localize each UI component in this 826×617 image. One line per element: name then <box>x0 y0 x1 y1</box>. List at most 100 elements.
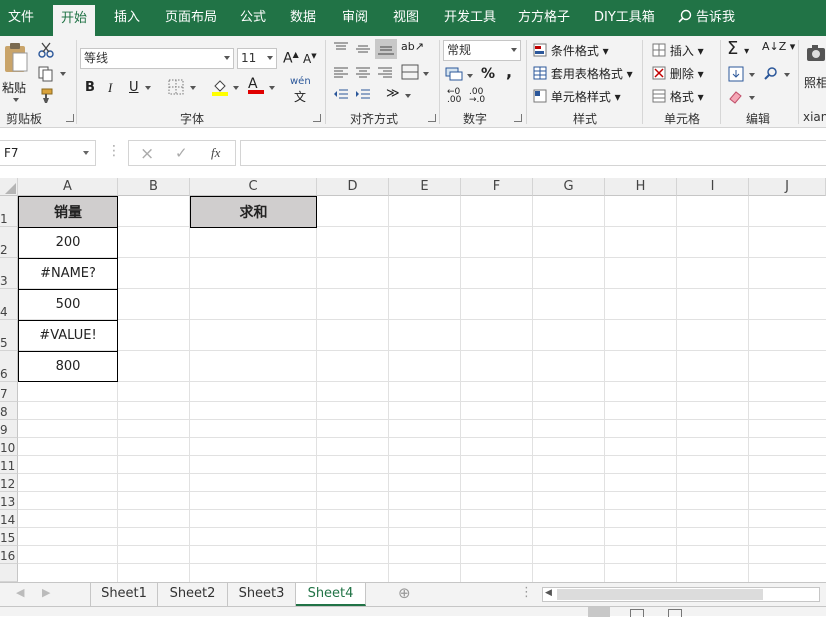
orientation-icon[interactable]: ab↗ <box>401 40 424 53</box>
cell-a3[interactable]: #NAME? <box>18 258 118 290</box>
tab-page-layout[interactable]: 页面布局 <box>165 0 217 36</box>
row-header-1[interactable]: 1 <box>0 196 18 227</box>
alignment-launcher-icon[interactable] <box>428 114 436 122</box>
number-launcher-icon[interactable] <box>514 114 522 122</box>
scroll-prev-sheet-icon[interactable]: ◀ <box>16 586 24 599</box>
column-header-e[interactable]: E <box>389 178 461 196</box>
column-header-b[interactable]: B <box>118 178 190 196</box>
column-header-a[interactable]: A <box>18 178 118 196</box>
camera-icon[interactable] <box>806 44 826 62</box>
chevron-down-icon[interactable] <box>60 72 66 76</box>
row-header-10[interactable]: 10 <box>0 438 18 456</box>
column-header-c[interactable]: C <box>190 178 317 196</box>
row-header-14[interactable]: 14 <box>0 510 18 528</box>
sheet-tab-4[interactable]: Sheet4 <box>296 583 366 606</box>
cell-a5[interactable]: #VALUE! <box>18 320 118 352</box>
column-header-g[interactable]: G <box>533 178 605 196</box>
more-options-icon[interactable]: ⋮ <box>107 143 121 159</box>
bold-button[interactable]: B <box>85 80 95 95</box>
column-header-d[interactable]: D <box>317 178 389 196</box>
row-header-8[interactable]: 8 <box>0 402 18 420</box>
text-direction-icon[interactable]: ≫ <box>386 86 400 101</box>
cut-icon[interactable] <box>38 42 54 58</box>
align-center-icon[interactable] <box>355 66 371 80</box>
column-header-i[interactable]: I <box>677 178 749 196</box>
tab-data[interactable]: 数据 <box>290 0 316 36</box>
format-cells-button[interactable]: 格式 ▾ <box>652 88 704 105</box>
paste-button[interactable]: 粘贴 <box>2 42 32 102</box>
wrap-text-icon[interactable] <box>401 64 419 80</box>
row-header-13[interactable]: 13 <box>0 492 18 510</box>
sheet-tab-1[interactable]: Sheet1 <box>90 583 158 606</box>
tab-file[interactable]: 文件 <box>8 0 34 36</box>
row-header-6[interactable]: 6 <box>0 351 18 382</box>
add-sheet-icon[interactable]: ⊕ <box>398 584 411 602</box>
sheet-tab-2[interactable]: Sheet2 <box>158 583 228 606</box>
fill-color-icon[interactable] <box>211 78 229 96</box>
chevron-down-icon[interactable] <box>405 94 411 98</box>
tell-me-search[interactable]: 告诉我 <box>678 0 735 36</box>
horizontal-scrollbar[interactable]: ◀ <box>542 587 820 602</box>
row-header-11[interactable]: 11 <box>0 456 18 474</box>
chevron-down-icon[interactable] <box>749 96 755 100</box>
underline-button[interactable]: U <box>129 80 139 95</box>
font-name-select[interactable]: 等线 <box>80 48 234 69</box>
sheet-tab-3[interactable]: Sheet3 <box>228 583 296 606</box>
chevron-down-icon[interactable] <box>269 86 275 90</box>
comma-button[interactable]: , <box>506 62 512 81</box>
format-painter-icon[interactable] <box>38 88 54 104</box>
decrease-font-icon[interactable]: A▼ <box>303 52 317 66</box>
increase-indent-icon[interactable] <box>355 88 371 102</box>
insert-cells-button[interactable]: 插入 ▾ <box>652 42 704 59</box>
number-format-select[interactable]: 常规 <box>443 40 521 61</box>
chevron-down-icon[interactable] <box>233 86 239 90</box>
row-header-3[interactable]: 3 <box>0 258 18 289</box>
column-header-f[interactable]: F <box>461 178 533 196</box>
tab-fangfang[interactable]: 方方格子 <box>518 0 570 36</box>
decrease-indent-icon[interactable] <box>333 88 349 102</box>
conditional-format-button[interactable]: 条件格式 ▾ <box>533 42 609 59</box>
select-all-corner[interactable] <box>0 178 18 196</box>
chevron-down-icon[interactable] <box>784 73 790 77</box>
decrease-decimal-icon[interactable]: .00 →.0 <box>469 88 485 105</box>
align-top-icon[interactable] <box>333 42 349 56</box>
cell-a1[interactable]: 销量 <box>18 196 118 228</box>
row-header-17[interactable] <box>0 564 18 582</box>
camera-label[interactable]: 照相 <box>804 74 826 91</box>
fill-down-icon[interactable] <box>728 66 744 82</box>
phonetic-guide-icon[interactable]: wén <box>290 76 311 87</box>
cell-a4[interactable]: 500 <box>18 289 118 321</box>
tab-formulas[interactable]: 公式 <box>240 0 266 36</box>
copy-icon[interactable] <box>38 66 54 82</box>
accounting-format-icon[interactable] <box>445 66 463 82</box>
split-handle-icon[interactable]: ⋮ <box>520 585 533 600</box>
cell-styles-button[interactable]: 单元格样式 ▾ <box>533 88 621 105</box>
align-middle-icon[interactable] <box>355 42 371 56</box>
row-header-2[interactable]: 2 <box>0 227 18 258</box>
scroll-next-sheet-icon[interactable]: ▶ <box>42 586 50 599</box>
tab-developer[interactable]: 开发工具 <box>444 0 496 36</box>
row-header-16[interactable]: 16 <box>0 546 18 564</box>
font-launcher-icon[interactable] <box>313 114 321 122</box>
cell-c1[interactable]: 求和 <box>190 196 317 228</box>
align-left-icon[interactable] <box>333 66 349 80</box>
chevron-down-icon[interactable] <box>190 86 196 90</box>
tab-insert[interactable]: 插入 <box>114 0 140 36</box>
percent-button[interactable]: % <box>481 66 495 82</box>
scrollbar-thumb[interactable] <box>557 589 763 600</box>
increase-font-icon[interactable]: A▲ <box>283 50 299 67</box>
chevron-down-icon[interactable] <box>467 74 473 78</box>
row-header-15[interactable]: 15 <box>0 528 18 546</box>
tab-review[interactable]: 审阅 <box>342 0 368 36</box>
cancel-icon[interactable]: × <box>140 144 154 164</box>
tab-view[interactable]: 视图 <box>393 0 419 36</box>
cell-a6[interactable]: 800 <box>18 351 118 382</box>
align-bottom-button[interactable] <box>375 39 397 59</box>
column-header-h[interactable]: H <box>605 178 677 196</box>
tab-diy-toolbox[interactable]: DIY工具箱 <box>594 0 655 36</box>
chevron-down-icon[interactable] <box>145 86 151 90</box>
borders-icon[interactable] <box>168 79 184 95</box>
chevron-down-icon[interactable] <box>423 72 429 76</box>
scroll-left-icon[interactable]: ◀ <box>545 588 552 598</box>
row-header-4[interactable]: 4 <box>0 289 18 320</box>
